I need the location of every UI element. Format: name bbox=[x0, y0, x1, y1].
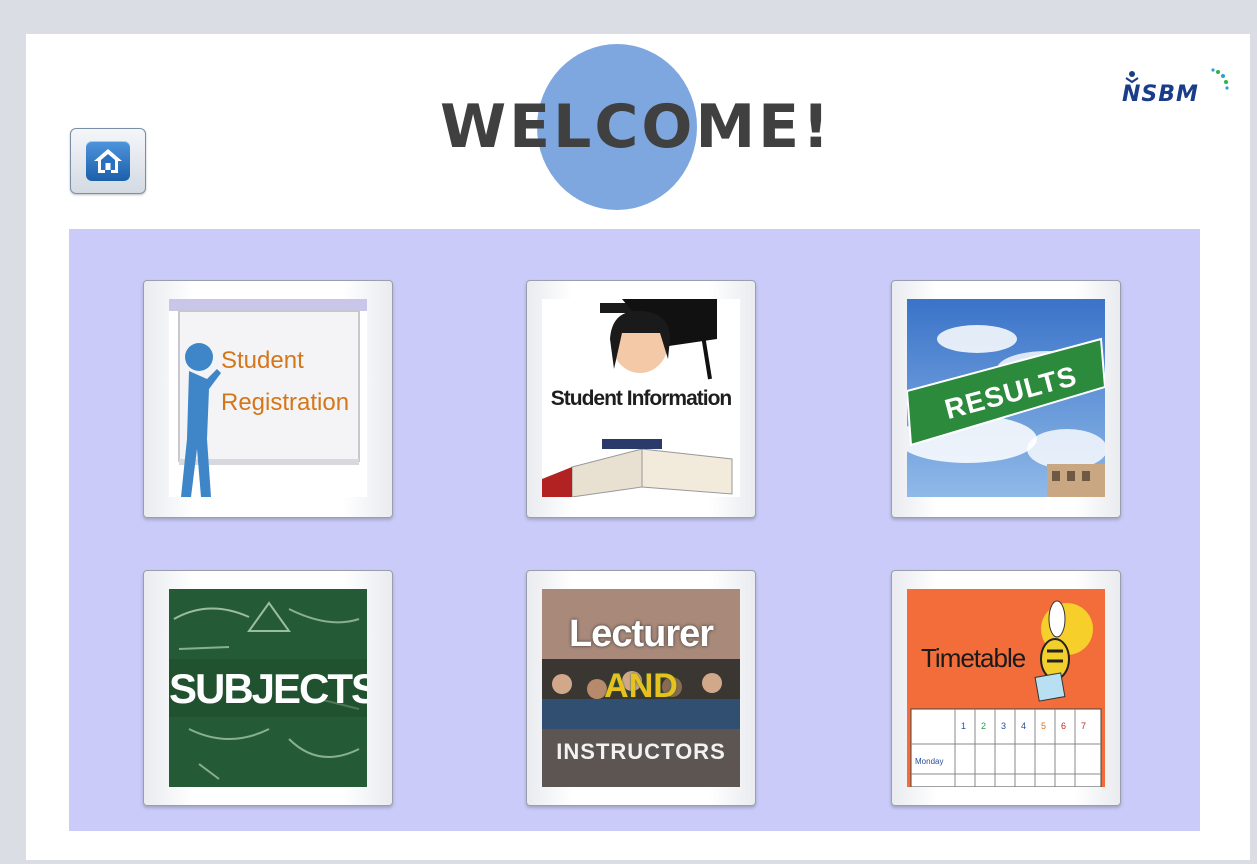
timetable-tile[interactable]: Timetable 1 2 3 4 5 6 7 Monday bbox=[891, 570, 1121, 806]
lecturer-label-line1: Lecturer bbox=[568, 613, 714, 655]
welcome-header: WELCOME! bbox=[440, 44, 833, 214]
student-information-image: Student Information bbox=[542, 299, 740, 497]
timetable-day-1: 1 bbox=[961, 721, 967, 731]
student-registration-image: Student Registration bbox=[169, 299, 367, 497]
student-information-label: Student Information bbox=[550, 387, 732, 410]
timetable-day-2: 2 bbox=[981, 721, 987, 731]
results-tile[interactable]: RESULTS bbox=[891, 280, 1121, 518]
timetable-day-7: 7 bbox=[1081, 721, 1087, 731]
timetable-image: Timetable 1 2 3 4 5 6 7 Monday bbox=[907, 589, 1105, 787]
student-registration-tile[interactable]: Student Registration bbox=[143, 280, 393, 518]
lecturer-label-line3: INSTRUCTORS bbox=[556, 739, 726, 764]
timetable-label: Timetable bbox=[921, 643, 1026, 673]
home-icon bbox=[86, 141, 130, 181]
page-title: WELCOME! bbox=[440, 92, 833, 162]
timetable-day-6: 6 bbox=[1061, 721, 1067, 731]
lecturer-tile[interactable]: Lecturer AND INSTRUCTORS bbox=[526, 570, 756, 806]
lecturer-image: Lecturer AND INSTRUCTORS bbox=[542, 589, 740, 787]
results-image: RESULTS bbox=[907, 299, 1105, 497]
subjects-tile[interactable]: SUBJECTS bbox=[143, 570, 393, 806]
nsbm-logo: NSBM bbox=[1122, 66, 1232, 118]
timetable-row-label: Monday bbox=[915, 757, 944, 766]
registration-label-line1: Student bbox=[221, 347, 304, 374]
subjects-label: SUBJECTS bbox=[169, 665, 367, 712]
timetable-day-4: 4 bbox=[1021, 721, 1027, 731]
subjects-image: SUBJECTS bbox=[169, 589, 367, 787]
home-button[interactable] bbox=[70, 128, 146, 194]
lecturer-label-line2: AND bbox=[604, 667, 678, 705]
timetable-day-3: 3 bbox=[1001, 721, 1007, 731]
registration-label-line2: Registration bbox=[221, 389, 350, 416]
student-information-tile[interactable]: Student Information bbox=[526, 280, 756, 518]
timetable-day-5: 5 bbox=[1041, 721, 1047, 731]
logo-text: NSBM bbox=[1122, 82, 1199, 107]
